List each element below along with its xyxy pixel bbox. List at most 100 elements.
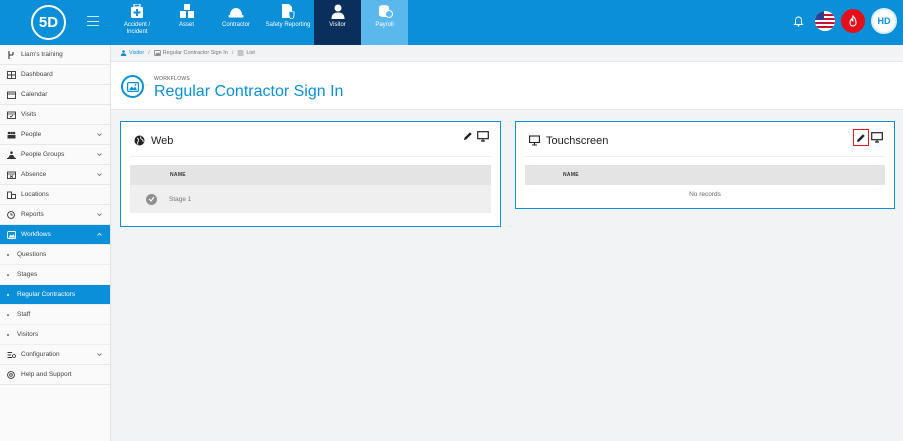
workflows-icon	[7, 230, 16, 239]
workflows-icon	[121, 75, 144, 98]
sidebar-subitem-visitors[interactable]: Visitors	[0, 325, 110, 345]
people-groups-icon	[7, 150, 16, 159]
sidebar-subitem-label: Staff	[17, 311, 31, 318]
us-flag-icon[interactable]	[815, 11, 835, 31]
module-accident-incident[interactable]: Accident / Incident	[111, 0, 163, 45]
sidebar-subitem-label: Questions	[17, 251, 47, 258]
module-visitor[interactable]: Visitor	[314, 0, 361, 45]
first-aid-icon	[131, 4, 143, 18]
empty-state-text: No records	[689, 191, 721, 198]
logo-area: 5D	[0, 0, 111, 45]
page-overline: WORKFLOWS	[154, 76, 191, 82]
building-icon	[7, 191, 16, 199]
card-header: Web	[130, 122, 491, 157]
calendar-check-icon	[7, 111, 16, 119]
module-contractor[interactable]: Contractor	[210, 0, 262, 45]
web-card: Web NAME Stage 1	[120, 121, 501, 227]
module-safety-reporting[interactable]: Safety Reporting	[262, 0, 314, 45]
sidebar-item-workflows[interactable]: Workflows	[0, 225, 110, 245]
sidebar-item-locations[interactable]: Locations	[0, 185, 110, 205]
chevron-down-icon	[97, 173, 102, 177]
check-icon	[146, 193, 157, 205]
monitor-button[interactable]	[871, 132, 883, 144]
sidebar: Liam's training Dashboard Calendar Visit…	[0, 45, 111, 441]
hard-hat-icon	[228, 8, 244, 18]
module-label: Accident / Incident	[123, 22, 151, 35]
sidebar-item-label: Reports	[21, 211, 44, 218]
module-payroll[interactable]: Payroll	[361, 0, 408, 45]
sidebar-item-absence[interactable]: Absence	[0, 165, 110, 185]
globe-icon	[134, 135, 145, 146]
page-header: WORKFLOWS Regular Contractor Sign In	[111, 62, 903, 110]
touchscreen-table: NAME No records	[525, 165, 885, 198]
chevron-down-icon	[97, 213, 102, 217]
breadcrumb-list: List	[246, 50, 255, 56]
edit-button[interactable]	[462, 130, 474, 142]
sidebar-subitem-stages[interactable]: Stages	[0, 265, 110, 285]
module-label: Payroll	[375, 22, 394, 28]
sidebar-subitem-staff[interactable]: Staff	[0, 305, 110, 325]
sidebar-item-training[interactable]: Liam's training	[0, 45, 110, 65]
sidebar-item-label: Absence	[21, 171, 47, 178]
logo[interactable]: 5D	[31, 5, 66, 40]
person-icon	[331, 4, 344, 19]
sidebar-item-label: Configuration	[21, 351, 60, 358]
module-label: Visitor	[329, 22, 346, 28]
sidebar-item-label: Liam's training	[21, 51, 63, 58]
monitor-button[interactable]	[477, 130, 489, 142]
reports-icon	[7, 210, 15, 219]
module-label: Asset	[178, 22, 194, 28]
sidebar-item-reports[interactable]: Reports	[0, 205, 110, 225]
workflows-icon	[153, 50, 161, 56]
sidebar-subitem-regular-contractors[interactable]: Regular Contractors	[0, 285, 110, 305]
monitor-icon	[871, 132, 883, 143]
sidebar-item-people[interactable]: People	[0, 125, 110, 145]
module-label: Contractor	[221, 22, 250, 28]
sidebar-item-dashboard[interactable]: Dashboard	[0, 65, 110, 85]
module-asset[interactable]: Asset	[163, 0, 210, 45]
people-icon	[7, 131, 16, 138]
sidebar-item-label: Visits	[21, 111, 37, 118]
bell-icon[interactable]	[787, 10, 809, 32]
sidebar-item-calendar[interactable]: Calendar	[0, 85, 110, 105]
sidebar-item-label: Calendar	[21, 91, 48, 98]
card-header: Touchscreen	[525, 122, 885, 157]
bullet-icon	[7, 293, 9, 296]
bullet-icon	[7, 333, 9, 336]
sidebar-item-label: Dashboard	[21, 71, 53, 78]
web-table: NAME Stage 1	[130, 165, 491, 213]
sidebar-item-label: Help and Support	[21, 371, 72, 378]
chevron-down-icon	[97, 153, 102, 157]
calendar-icon	[7, 91, 16, 99]
sidebar-item-help[interactable]: Help and Support	[0, 365, 110, 385]
sidebar-item-people-groups[interactable]: People Groups	[0, 145, 110, 165]
edit-button[interactable]	[853, 129, 869, 146]
help-icon	[7, 370, 15, 379]
sidebar-item-label: Workflows	[21, 231, 51, 238]
bullet-icon	[7, 313, 9, 316]
monitor-icon	[477, 130, 489, 142]
sidebar-item-configuration[interactable]: Configuration	[0, 345, 110, 365]
config-icon	[7, 351, 16, 358]
branch-icon	[8, 50, 14, 59]
breadcrumb-regular-contractor[interactable]: Regular Contractor Sign In	[163, 50, 228, 56]
card-title: Web	[151, 135, 174, 147]
logo-text: 5D	[38, 14, 59, 31]
monitor-icon	[529, 135, 540, 146]
chevron-down-icon	[97, 133, 102, 137]
bullet-icon	[7, 253, 9, 256]
table-row[interactable]: Stage 1	[130, 185, 491, 213]
breadcrumb-separator: /	[231, 50, 234, 56]
absence-icon	[7, 171, 16, 179]
hamburger-menu-icon[interactable]	[87, 15, 99, 27]
fire-alert-icon[interactable]	[841, 9, 865, 33]
sidebar-item-visits[interactable]: Visits	[0, 105, 110, 125]
dashboard-icon	[7, 70, 16, 79]
top-bar: 5D Accident / Incident Asset Contractor …	[0, 0, 903, 45]
sidebar-item-label: People Groups	[21, 151, 65, 158]
user-initials: HD	[877, 16, 891, 26]
sidebar-subitem-questions[interactable]: Questions	[0, 245, 110, 265]
table-header-name: NAME	[130, 165, 491, 185]
avatar[interactable]: HD	[871, 8, 897, 34]
breadcrumb-visitor[interactable]: Visitor	[129, 50, 144, 56]
